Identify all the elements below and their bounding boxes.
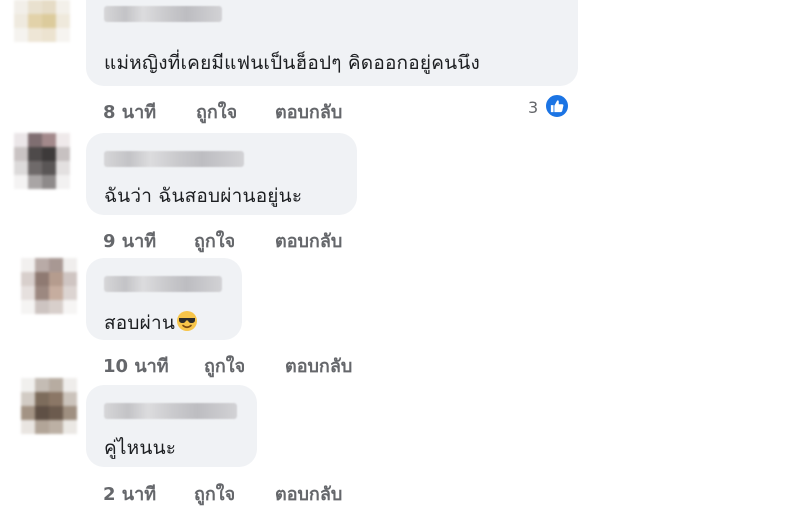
comment-bubble: คู่ไหนนะ [86,385,257,467]
comment-text: คู่ไหนนะ [104,437,177,459]
avatar[interactable] [21,258,77,314]
comment-time[interactable]: 8 นาที [103,97,156,126]
smiling-face-with-sunglasses-icon [176,310,198,337]
comment-text-content: สอบผ่าน [104,312,176,334]
comment-text: สอบผ่าน [104,308,198,338]
like-button[interactable]: ถูกใจ [194,226,235,255]
like-button[interactable]: ถูกใจ [196,97,237,126]
comment-bubble: แม่หญิงที่เคยมีแฟนเป็นฮ็อปๆ คิดออกอยู่คน… [86,0,578,86]
author-name[interactable] [104,403,237,419]
like-button[interactable]: ถูกใจ [204,351,245,380]
avatar[interactable] [21,378,77,434]
comment-time[interactable]: 10 นาที [103,351,169,380]
reply-button[interactable]: ตอบกลับ [285,351,352,380]
like-reaction-icon [544,93,570,119]
comment-bubble: สอบผ่าน [86,258,242,340]
reply-button[interactable]: ตอบกลับ [275,479,342,508]
reaction-count: 3 [528,98,539,117]
reply-button[interactable]: ตอบกลับ [275,97,342,126]
author-name[interactable] [104,151,244,167]
comment-bubble: ฉันว่า ฉันสอบผ่านอยู่นะ [86,133,357,215]
reaction-summary[interactable]: 3 [528,98,538,117]
avatar[interactable] [14,133,70,189]
comment-time[interactable]: 2 นาที [103,479,156,508]
avatar[interactable] [14,0,70,44]
like-button[interactable]: ถูกใจ [194,479,235,508]
comment-time[interactable]: 9 นาที [103,226,156,255]
comment-text: ฉันว่า ฉันสอบผ่านอยู่นะ [104,185,303,207]
author-name[interactable] [104,276,222,292]
comment-text: แม่หญิงที่เคยมีแฟนเป็นฮ็อปๆ คิดออกอยู่คน… [104,52,480,74]
author-name[interactable] [104,6,222,22]
reply-button[interactable]: ตอบกลับ [275,226,342,255]
